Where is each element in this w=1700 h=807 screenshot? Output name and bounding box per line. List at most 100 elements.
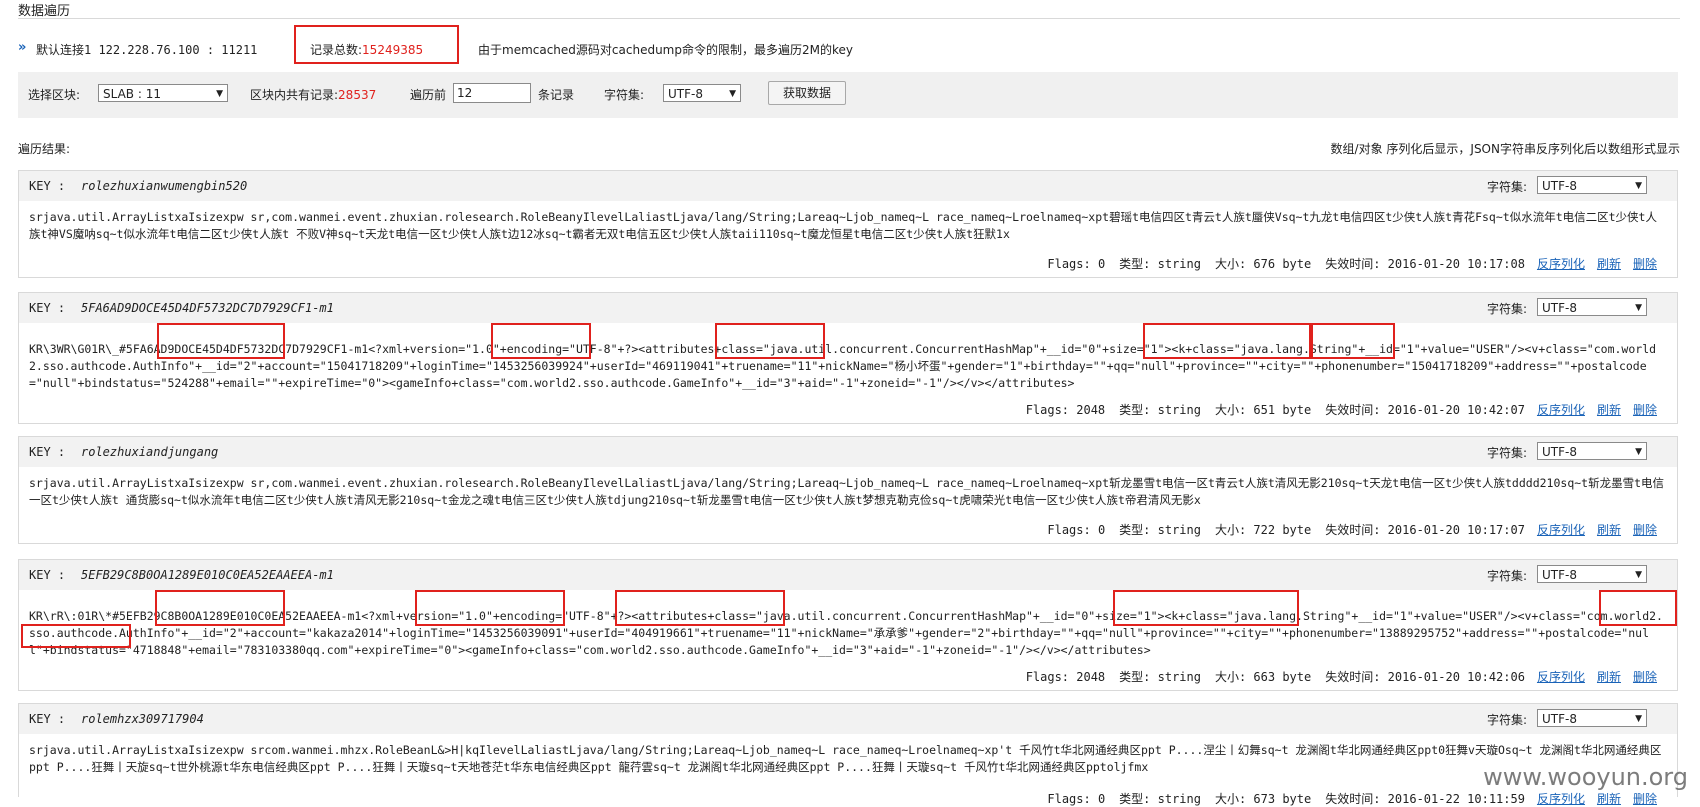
records-value: 28537 <box>338 88 377 102</box>
delete-link[interactable]: 删除 <box>1633 792 1657 806</box>
traverse-count-input[interactable]: 12 <box>453 83 531 103</box>
record-item: KEY : 5EFB29C8B0OA1289E010C0EA52EAAEEA-m… <box>18 559 1678 691</box>
record-meta: Flags: 2048 类型: string 大小: 651 byte 失效时间: 2… <box>1012 401 1657 418</box>
watermark: www.wooyun.org <box>1483 763 1688 791</box>
filter-bar: 选择区块: SLAB : 11 ▼ 区块内共有记录:28537 遍历前 12 条… <box>18 72 1678 118</box>
highlight-account <box>157 323 285 359</box>
key-label: KEY : <box>29 712 66 726</box>
deserialize-link[interactable]: 反序列化 <box>1537 523 1585 537</box>
connection-label: 默认连接1 122.228.76.100 : 11211 <box>36 43 258 57</box>
refresh-link[interactable]: 刷新 <box>1597 792 1621 806</box>
slab-select-value: SLAB : 11 <box>103 87 161 101</box>
record-value: srjava.util.ArrayListxaIsizexpw sr,com.w… <box>29 476 1665 507</box>
title-divider <box>18 18 1680 19</box>
record-header: KEY : 5EFB29C8B0OA1289E010C0EA52EAAEEA-m… <box>19 560 1677 590</box>
record-charset-label: 字符集: <box>1486 713 1527 727</box>
record-size: 大小: 651 byte <box>1214 403 1312 417</box>
charset-select[interactable]: UTF-8 ▼ <box>663 84 741 102</box>
highlight-address <box>1309 323 1395 359</box>
refresh-link[interactable]: 刷新 <box>1597 523 1621 537</box>
records-label: 区块内共有记录:28537 <box>250 88 377 102</box>
record-item: KEY : rolezhuxiandjungang 字符集: UTF-8 ▼ sr… <box>18 436 1678 544</box>
record-charset-label: 字符集: <box>1486 569 1527 583</box>
record-count-label: 记录总数: <box>310 43 363 57</box>
record-meta: Flags: 2048 类型: string 大小: 663 byte 失效时间: 2… <box>1012 668 1657 685</box>
results-hint: 数组/对象 序列化后显示，JSON字符串反序列化后以数组形式显示 <box>1330 142 1680 156</box>
chevron-down-icon: ▼ <box>729 89 736 99</box>
charset-label: 字符集: <box>604 88 645 102</box>
delete-link[interactable]: 删除 <box>1633 523 1657 537</box>
chevron-down-icon: ▼ <box>1635 714 1642 724</box>
chevron-down-icon: ▼ <box>1635 181 1642 191</box>
arrow-icon: » <box>18 40 27 55</box>
record-charset-select[interactable]: UTF-8 ▼ <box>1537 176 1647 194</box>
highlight-phonenumber <box>1113 590 1299 626</box>
slab-select[interactable]: SLAB : 11 ▼ <box>98 84 228 102</box>
record-flags: Flags: 2048 <box>1025 670 1106 684</box>
highlight-nickname <box>715 323 825 359</box>
record-key: rolezhuxianwumengbin520 <box>81 179 248 193</box>
record-type: 类型: string <box>1119 403 1201 417</box>
refresh-link[interactable]: 刷新 <box>1597 257 1621 271</box>
delete-link[interactable]: 删除 <box>1633 257 1657 271</box>
highlight-nickname <box>615 590 785 626</box>
chevron-down-icon: ▼ <box>1635 447 1642 457</box>
cachedump-note: 由于memcached源码对cachedump命令的限制，最多遍历2M的key <box>478 43 853 57</box>
record-size: 大小: 676 byte <box>1214 257 1312 271</box>
record-charset-select[interactable]: UTF-8 ▼ <box>1537 442 1647 460</box>
record-flags: Flags: 0 <box>1047 792 1106 806</box>
record-count-value: 15249385 <box>362 43 424 57</box>
highlight-userid <box>491 323 591 359</box>
key-label: KEY : <box>29 445 66 459</box>
record-count-highlight: 记录总数:15249385 <box>294 25 459 64</box>
highlight-account <box>155 590 285 626</box>
record-size: 大小: 673 byte <box>1214 792 1312 806</box>
deserialize-link[interactable]: 反序列化 <box>1537 792 1585 806</box>
record-type: 类型: string <box>1119 670 1201 684</box>
highlight-email <box>1599 590 1677 626</box>
record-meta: Flags: 0 类型: string 大小: 676 byte 失效时间: 2016… <box>1033 255 1657 272</box>
highlight-phonenumber <box>1143 323 1313 359</box>
record-expire: 失效时间: 2016-01-20 10:42:06 <box>1325 670 1525 684</box>
traverse-label: 遍历前 <box>410 88 447 102</box>
highlight-userid <box>415 590 565 626</box>
record-flags: Flags: 0 <box>1047 257 1106 271</box>
record-charset-label: 字符集: <box>1486 180 1527 194</box>
record-expire: 失效时间: 2016-01-22 10:11:59 <box>1325 792 1525 806</box>
record-type: 类型: string <box>1119 792 1201 806</box>
record-charset-label: 字符集: <box>1486 446 1527 460</box>
record-expire: 失效时间: 2016-01-20 10:42:07 <box>1325 403 1525 417</box>
record-expire: 失效时间: 2016-01-20 10:17:08 <box>1325 257 1525 271</box>
delete-link[interactable]: 删除 <box>1633 670 1657 684</box>
record-type: 类型: string <box>1119 257 1201 271</box>
record-key: 5EFB29C8B0OA1289E010C0EA52EAAEEA-m1 <box>81 568 334 582</box>
record-charset-label: 字符集: <box>1486 302 1527 316</box>
record-key: rolemhzx309717904 <box>81 712 204 726</box>
fetch-data-button[interactable]: 获取数据 <box>768 81 846 105</box>
record-header: KEY : rolezhuxiandjungang 字符集: UTF-8 ▼ <box>19 437 1677 467</box>
record-item: KEY : 5FA6AD9DOCE45D4DF5732DC7D7929CF1-m… <box>18 292 1678 424</box>
page-title: 数据遍历 <box>18 4 71 19</box>
record-meta: Flags: 0 类型: string 大小: 722 byte 失效时间: 2016… <box>1033 521 1657 538</box>
results-label: 遍历结果: <box>18 142 71 156</box>
record-charset-select[interactable]: UTF-8 ▼ <box>1537 709 1647 727</box>
deserialize-link[interactable]: 反序列化 <box>1537 257 1585 271</box>
record-flags: Flags: 0 <box>1047 523 1106 537</box>
refresh-link[interactable]: 刷新 <box>1597 670 1621 684</box>
record-type: 类型: string <box>1119 523 1201 537</box>
delete-link[interactable]: 删除 <box>1633 403 1657 417</box>
record-key: rolezhuxiandjungang <box>81 445 219 459</box>
traverse-suffix: 条记录 <box>538 88 575 102</box>
record-size: 大小: 663 byte <box>1214 670 1312 684</box>
record-charset-select[interactable]: UTF-8 ▼ <box>1537 298 1647 316</box>
chevron-down-icon: ▼ <box>216 89 223 99</box>
deserialize-link[interactable]: 反序列化 <box>1537 403 1585 417</box>
slab-label: 选择区块: <box>28 88 81 102</box>
record-header: KEY : rolemhzx309717904 字符集: UTF-8 ▼ <box>19 704 1677 734</box>
record-value: srjava.util.ArrayListxaIsizexpw srcom.wa… <box>29 743 1662 774</box>
record-size: 大小: 722 byte <box>1214 523 1312 537</box>
record-charset-select[interactable]: UTF-8 ▼ <box>1537 565 1647 583</box>
record-key: 5FA6AD9DOCE45D4DF5732DC7D7929CF1-m1 <box>81 301 334 315</box>
deserialize-link[interactable]: 反序列化 <box>1537 670 1585 684</box>
refresh-link[interactable]: 刷新 <box>1597 403 1621 417</box>
